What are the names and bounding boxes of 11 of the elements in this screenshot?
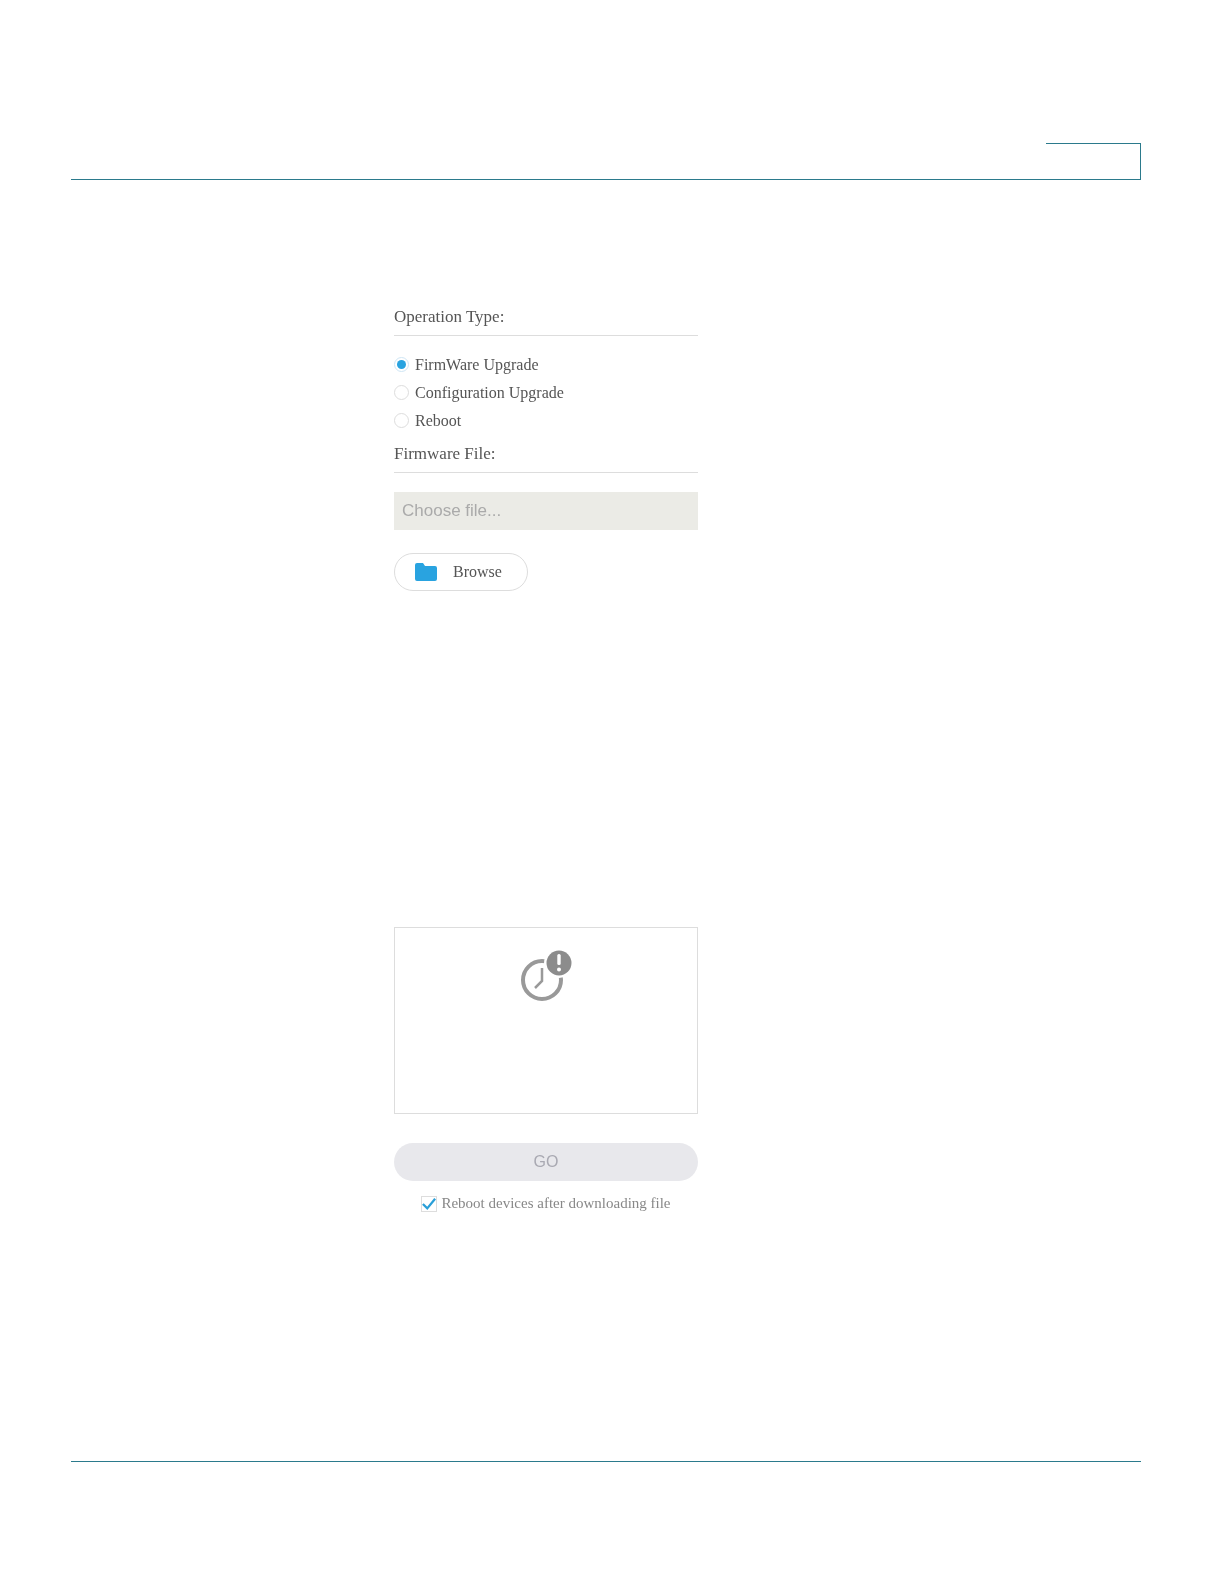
checkbox[interactable] [421, 1195, 438, 1212]
folder-icon [415, 563, 437, 581]
clock-warning-icon [518, 948, 574, 1004]
radio-option[interactable]: FirmWare Upgrade [394, 354, 539, 375]
browse-button[interactable]: Browse [394, 553, 528, 591]
section-label: Operation Type: [394, 306, 506, 328]
section-label: Firmware File: [394, 443, 497, 465]
radio-option[interactable]: Configuration Upgrade [394, 382, 564, 403]
reboot-option[interactable]: Reboot devices after downloading file [421, 1195, 671, 1212]
file-field[interactable]: Choose file... [394, 492, 698, 530]
radio-option[interactable]: Reboot [394, 410, 462, 431]
